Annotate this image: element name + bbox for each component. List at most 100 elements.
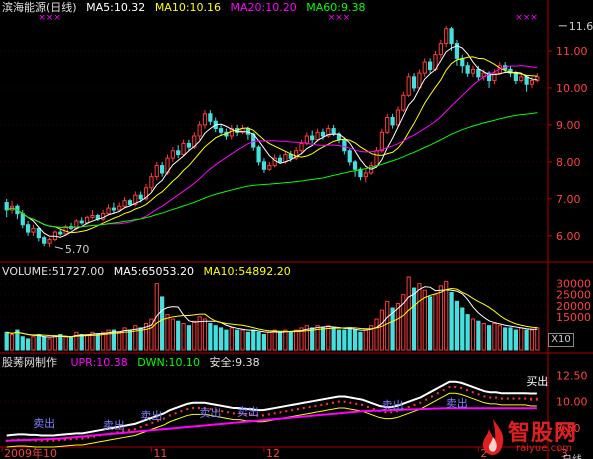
period-label: 日线 (562, 451, 582, 459)
signal-label: 卖出 (446, 396, 468, 410)
volume-bar (235, 329, 240, 351)
signal-label: 卖出 (382, 398, 404, 412)
candle-body (529, 80, 535, 85)
volume-bar (342, 329, 347, 351)
x-tick-label: 11 (153, 447, 167, 459)
ma5-line (6, 45, 538, 238)
volume-bar (513, 329, 518, 351)
candle-body (342, 139, 347, 152)
price-tick-label: 11.00 (556, 45, 588, 58)
candle-body (470, 68, 476, 74)
volume-bar (444, 280, 449, 351)
price-tick-label: 8.00 (556, 156, 581, 169)
candle-body (84, 216, 90, 224)
candle-body (310, 135, 315, 141)
candle-body (4, 202, 9, 211)
price-tick-label: 9.00 (556, 119, 581, 132)
volume-bar (277, 331, 283, 351)
volume-bar (406, 276, 411, 351)
volume-bar (31, 336, 36, 351)
indicator-header: 股莠网制作 UPR:10.38 DWN:10.10 安全:9.38 (2, 357, 260, 369)
candle-body (176, 150, 181, 155)
signal-label: 卖出 (103, 418, 125, 432)
volume-bar (267, 331, 272, 351)
volume-bar (358, 331, 363, 351)
flame-icon (482, 419, 504, 455)
candle-body (374, 150, 379, 167)
volume-bar (449, 291, 454, 351)
volume-bar (208, 322, 213, 351)
volume-bar (213, 325, 218, 351)
safe-line (6, 407, 537, 442)
price-tick-label: 7.00 (556, 193, 581, 206)
candle-body (320, 131, 326, 137)
volume-bar (503, 327, 508, 351)
candle-body (197, 124, 202, 137)
signal-mark: ××× (328, 13, 351, 23)
volume-bar (202, 318, 208, 351)
volume-bar (272, 329, 277, 351)
volume-bar (251, 329, 256, 351)
x-tick-label: 12 (266, 447, 280, 459)
signal-label: 卖出 (199, 405, 221, 419)
volume-bar (176, 320, 181, 351)
volume-tick-label: 30000 (556, 278, 591, 291)
candle-body (106, 207, 111, 215)
candle-body (428, 61, 433, 70)
candle-body (267, 165, 272, 170)
chart-canvas: 6.00 7.00 8.00 9.00 10.00 11.00 5.70 11.68 ××× ××… (0, 0, 593, 459)
candle-body (218, 128, 224, 133)
volume-bar (138, 327, 143, 351)
volume-bar (535, 327, 540, 351)
candle-body (379, 131, 384, 152)
signal-label: 买出 (526, 374, 548, 388)
candle-body (288, 153, 293, 159)
volume-bar (476, 320, 481, 351)
volume-bar (68, 336, 74, 351)
volume-bar (320, 327, 326, 351)
volume-bar (283, 329, 288, 351)
volume-tick-label: 15000 (556, 311, 591, 324)
volume-bar (240, 329, 245, 351)
candle-body (117, 205, 122, 211)
volume-bar (127, 329, 133, 351)
volume-bar (481, 322, 486, 351)
multiplier-badge[interactable]: X10 (548, 333, 574, 347)
candle-body (283, 153, 288, 163)
candle-body (299, 142, 304, 152)
candle-body (331, 128, 336, 135)
candle-body (186, 142, 192, 148)
volume-bar (256, 331, 261, 351)
vol-ma10-readout: MA10:54892.20 (203, 265, 291, 278)
volume-bar (9, 334, 15, 351)
candle-body (170, 150, 175, 159)
candle-body (411, 76, 417, 89)
volume-bar (79, 334, 84, 351)
volume-bar (508, 327, 513, 351)
volume-bar (245, 331, 250, 351)
candle-body (202, 113, 208, 126)
volume-bar (42, 336, 47, 351)
indicator-name: 股莠网制作 (2, 356, 57, 369)
volume-bar (192, 320, 197, 351)
volume-bar (454, 300, 460, 351)
dwn-readout: DWN:10.10 (137, 356, 200, 369)
candle-body (47, 239, 52, 244)
volume-bar (438, 285, 443, 351)
volume-bar (411, 287, 417, 351)
volume-bar (395, 303, 401, 351)
volume-bar (524, 329, 529, 351)
candle-body (390, 117, 395, 126)
candle-body (181, 142, 186, 155)
candle-body (127, 200, 133, 205)
signal-label: 卖出 (237, 404, 259, 418)
candle-body (519, 76, 524, 82)
volume-bar (181, 322, 186, 351)
volume-bar (336, 329, 342, 351)
volume-bar (26, 338, 31, 351)
volume-bar (261, 334, 267, 351)
volume-bar (331, 327, 336, 351)
volume-bar (310, 327, 315, 351)
candle-body (111, 207, 116, 211)
volume-bar (363, 329, 368, 351)
